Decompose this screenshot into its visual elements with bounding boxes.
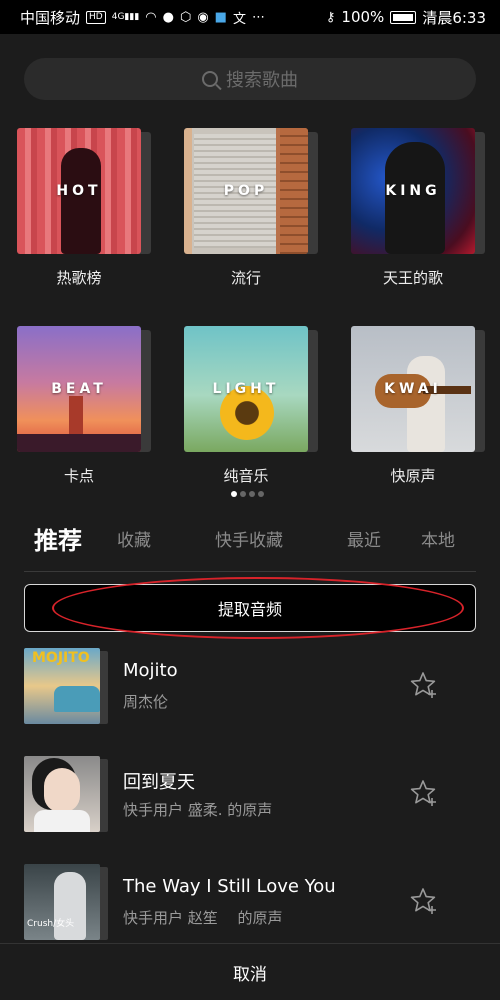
page-dot	[249, 491, 255, 497]
tab-kuaishou-favorites[interactable]: 快手收藏	[215, 526, 283, 551]
song-artist: 快手用户 盛柔. 的原声	[123, 801, 273, 819]
song-title: The Way I Still Love You	[123, 876, 336, 897]
category-card-beat[interactable]: BEAT 卡点	[17, 326, 151, 486]
cover-logo-text: MOJITO	[32, 650, 90, 666]
extract-audio-button[interactable]: 提取音频	[24, 584, 476, 632]
category-cover-light: LIGHT	[184, 326, 308, 452]
category-card-pop[interactable]: POP 流行	[184, 128, 318, 288]
battery-percent: 100%	[341, 8, 385, 26]
cover-title: LIGHT	[212, 381, 280, 397]
carrier-label: 中国移动	[20, 8, 81, 27]
app2-notification-icon: ■	[214, 9, 227, 25]
tab-bar: 推荐 收藏 快手收藏 最近 本地	[34, 520, 474, 556]
favorite-star-icon[interactable]	[408, 886, 438, 916]
category-card-king[interactable]: KING 天王的歌	[351, 128, 485, 288]
song-item[interactable]: 回到夏天 快手用户 盛柔. 的原声	[24, 756, 476, 836]
app-notification-icon: ●	[162, 9, 174, 25]
category-label: 卡点	[63, 467, 94, 485]
tab-recent[interactable]: 最近	[347, 526, 381, 551]
category-cover-hot: HOT	[17, 128, 141, 254]
song-artist: 快手用户 赵笙 的原声	[123, 909, 283, 927]
song-title: Mojito	[123, 660, 178, 681]
search-placeholder: 搜索歌曲	[226, 70, 298, 91]
page-dot	[231, 491, 237, 497]
category-cover-beat: BEAT	[17, 326, 141, 452]
cancel-button[interactable]: 取消	[0, 944, 500, 1000]
tab-recommend[interactable]: 推荐	[34, 521, 82, 556]
category-cover-king: KING	[351, 128, 475, 254]
category-label: 天王的歌	[382, 269, 443, 287]
category-grid: HOT 热歌榜 POP 流行 KING 天王的歌 BEAT 卡点 LIGHT 纯…	[17, 128, 485, 486]
tab-divider	[24, 571, 476, 572]
category-label: 纯音乐	[223, 467, 269, 485]
translate-icon: 文	[232, 11, 246, 27]
cover-title: POP	[223, 183, 269, 199]
favorite-star-icon[interactable]	[408, 670, 438, 700]
clock: 清晨6:33	[422, 8, 486, 27]
battery-icon	[390, 10, 417, 24]
song-cover: MOJITO	[24, 648, 100, 724]
search-bar[interactable]: 搜索歌曲	[24, 58, 476, 100]
category-cover-kwai: KWAI	[351, 326, 475, 452]
settings-notification-icon: ⬡	[179, 9, 192, 25]
page-indicator	[231, 491, 264, 497]
message-icon: ◉	[197, 9, 209, 25]
page-dot	[258, 491, 264, 497]
category-card-hot[interactable]: HOT 热歌榜	[17, 128, 151, 288]
category-label: 热歌榜	[56, 269, 102, 287]
category-card-kwai[interactable]: KWAI 快原声	[351, 326, 485, 486]
favorite-star-icon[interactable]	[408, 778, 438, 808]
hd-icon: HD	[86, 10, 106, 24]
category-label: 快原声	[390, 467, 436, 485]
category-label: 流行	[230, 269, 261, 287]
cover-tag-text: Crush/女头	[27, 919, 75, 929]
search-icon	[202, 71, 218, 87]
song-item[interactable]: MOJITO Mojito 周杰伦	[24, 648, 476, 728]
tab-favorites[interactable]: 收藏	[117, 526, 151, 551]
more-notifications-icon: ⋯	[251, 9, 265, 25]
wifi-icon: ◠	[145, 9, 157, 25]
song-artist: 周杰伦	[123, 693, 169, 711]
status-bar: 中国移动 HD 4G▮▮▮ ◠ ● ⬡ ◉ ■ 文 ⋯ ⚷ 100% 清晨6:3…	[0, 0, 500, 34]
song-item[interactable]: Crush/女头 The Way I Still Love You 快手用户 赵…	[24, 864, 476, 944]
cover-title: KING	[385, 183, 441, 199]
key-icon: ⚷	[325, 9, 336, 25]
cover-title: BEAT	[51, 381, 107, 397]
cover-title: HOT	[56, 183, 102, 199]
cover-title: KWAI	[384, 381, 442, 397]
page-dot	[240, 491, 246, 497]
song-cover	[24, 756, 100, 832]
song-title: 回到夏天	[123, 772, 195, 793]
signal-icon: 4G▮▮▮	[111, 12, 140, 22]
tab-local[interactable]: 本地	[421, 526, 455, 551]
category-card-light[interactable]: LIGHT 纯音乐	[184, 326, 318, 486]
song-cover: Crush/女头	[24, 864, 100, 940]
category-cover-pop: POP	[184, 128, 308, 254]
